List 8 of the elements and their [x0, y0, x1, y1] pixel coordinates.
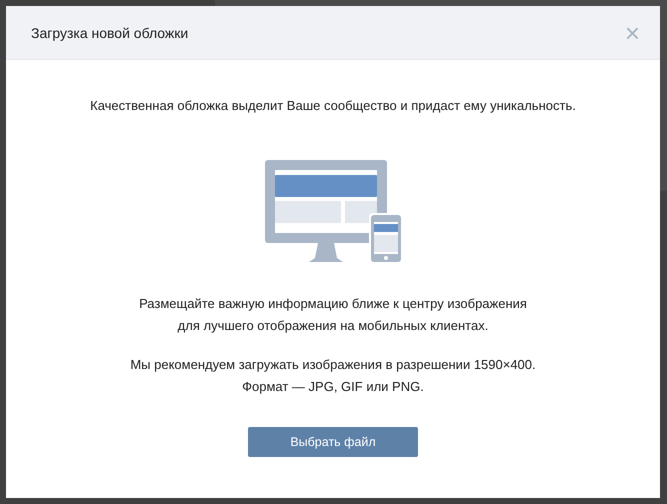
format-text: Формат — JPG, GIF или PNG. — [242, 378, 424, 396]
choose-file-button[interactable]: Выбрать файл — [248, 427, 418, 457]
hint-text: для лучшего отображения на мобильных клиентах. — [178, 317, 488, 335]
monitor-and-phone-icon — [264, 160, 402, 263]
dialog-title: Загрузка новой обложки — [31, 24, 188, 40]
hint-text: Размещайте важную информацию ближе к центру изображения — [139, 295, 527, 313]
intro-text: Качественная обложка выделит Ваше сообщество и придаст ему уникальность. — [90, 97, 576, 115]
format-text: Мы рекомендуем загружать изображения в разрешении 1590×400. — [130, 356, 536, 374]
